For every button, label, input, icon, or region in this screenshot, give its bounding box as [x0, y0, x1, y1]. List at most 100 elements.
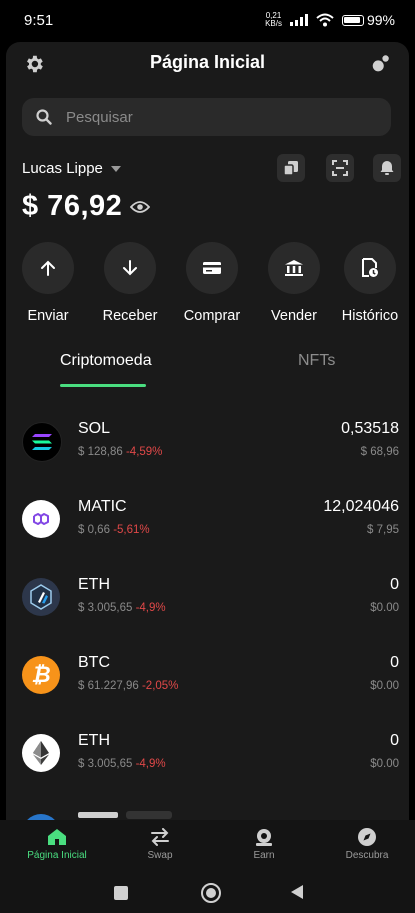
buy-circle[interactable] — [186, 242, 238, 294]
eth-logo-icon — [22, 734, 60, 772]
asset-change: -2,05% — [141, 680, 179, 692]
tab-criptomoeda[interactable]: Criptomoeda — [60, 352, 152, 370]
asset-quantity: 0,53518 — [341, 420, 399, 437]
asset-symbol: BTC — [78, 654, 110, 671]
asset-price: $ 3.005,65 — [78, 758, 133, 770]
search-input[interactable] — [64, 107, 368, 127]
history-icon — [362, 258, 378, 277]
asset-change: -4,9% — [135, 758, 166, 770]
nav-discover[interactable]: Descubra — [322, 824, 412, 861]
asset-row-eth-arbitrum[interactable]: ETH $ 3.005,65 -4,9% 0 $0.00 — [6, 568, 409, 628]
buy-label: Comprar — [183, 308, 241, 324]
asset-price: $ 3.005,65 — [78, 602, 133, 614]
status-time: 9:51 — [24, 11, 54, 29]
notifications-button[interactable] — [373, 154, 401, 182]
asset-price-line: $ 3.005,65 -4,9% — [78, 602, 166, 614]
nav-home[interactable]: Página Inicial — [12, 824, 102, 861]
nav-earn-label: Earn — [253, 850, 275, 861]
asset-price-line: $ 128,86 -4,59% — [78, 446, 162, 458]
swap-icon — [151, 828, 169, 846]
asset-quantity: 0 — [390, 576, 399, 593]
active-tab-indicator — [60, 384, 146, 387]
asset-change: -4,9% — [135, 602, 166, 614]
system-nav-bar — [0, 872, 415, 913]
asset-symbol: SOL — [78, 420, 111, 437]
asset-symbol: ETH — [78, 732, 110, 749]
account-selector[interactable]: Lucas Lippe — [22, 160, 121, 177]
history-button[interactable]: Histórico — [330, 242, 409, 324]
sol-logo-icon — [22, 422, 62, 462]
search-bar[interactable] — [22, 98, 391, 136]
send-button[interactable]: Enviar — [8, 242, 88, 324]
header: Página Inicial — [6, 42, 409, 86]
nav-swap[interactable]: Swap — [115, 824, 205, 861]
earn-icon — [256, 829, 272, 846]
home-system-icon[interactable] — [201, 883, 221, 903]
buy-button[interactable]: Comprar — [172, 242, 252, 324]
balance-display: $ 76,92 — [22, 190, 151, 223]
wallet-app: Página Inicial Lucas Lippe — [6, 42, 409, 820]
page-title: Página Inicial — [149, 52, 266, 72]
network-speed-unit: KB/s — [265, 19, 282, 28]
asset-row-btc[interactable]: ₿ BTC $ 61.227,96 -2,05% 0 $0.00 — [6, 646, 409, 706]
recent-apps-icon[interactable] — [114, 886, 128, 900]
asset-quantity: 12,024046 — [323, 498, 399, 515]
asset-value: $0.00 — [370, 680, 399, 692]
balance-amount: $ 76,92 — [22, 190, 123, 222]
history-label: Histórico — [341, 308, 399, 324]
copy-button[interactable] — [277, 154, 305, 182]
sell-circle[interactable] — [268, 242, 320, 294]
receive-circle[interactable] — [104, 242, 156, 294]
eye-icon[interactable] — [130, 200, 151, 214]
receive-button[interactable]: Receber — [90, 242, 170, 324]
network-speed: 0,21 KB/s — [265, 12, 282, 28]
asset-symbol: ETH — [78, 576, 110, 593]
nav-swap-label: Swap — [147, 850, 173, 861]
arbitrum-logo-icon — [22, 578, 60, 616]
btc-logo-icon: ₿ — [22, 656, 60, 694]
asset-price: $ 128,86 — [78, 446, 123, 458]
tab-nfts[interactable]: NFTs — [298, 352, 335, 370]
asset-value: $ 68,96 — [360, 446, 399, 458]
partial-badge — [126, 811, 172, 819]
copy-icon — [283, 161, 298, 176]
history-circle[interactable] — [344, 242, 396, 294]
card-icon — [203, 262, 221, 274]
asset-value: $ 7,95 — [367, 524, 399, 536]
send-label: Enviar — [27, 308, 69, 324]
battery-percent: 99% — [366, 12, 395, 28]
sell-button[interactable]: Vender — [254, 242, 334, 324]
asset-change: -5,61% — [113, 524, 150, 536]
asset-row-matic[interactable]: MATIC $ 0,66 -5,61% 12,024046 $ 7,95 — [6, 490, 409, 550]
asset-price-line: $ 61.227,96 -2,05% — [78, 680, 178, 692]
status-bar: 9:51 0,21 KB/s 99% — [0, 0, 415, 40]
asset-symbol: MATIC — [78, 498, 127, 515]
receive-label: Receber — [102, 308, 158, 324]
nav-earn[interactable]: Earn — [219, 824, 309, 861]
nav-discover-label: Descubra — [345, 850, 389, 861]
asset-row-sol[interactable]: SOL $ 128,86 -4,59% 0,53518 $ 68,96 — [6, 412, 409, 472]
bell-icon — [380, 161, 394, 175]
arrow-down-icon — [123, 260, 137, 276]
asset-value: $0.00 — [370, 602, 399, 614]
asset-quantity: 0 — [390, 732, 399, 749]
arrow-up-icon — [41, 260, 55, 276]
partial-symbol — [78, 812, 118, 818]
asset-price-line: $ 3.005,65 -4,9% — [78, 758, 166, 770]
wifi-icon — [316, 13, 334, 27]
asset-price-line: $ 0,66 -5,61% — [78, 524, 150, 536]
scan-icon — [332, 160, 348, 176]
asset-row-partial — [22, 808, 172, 820]
matic-logo-icon — [22, 500, 60, 538]
status-icons: 0,21 KB/s 99% — [265, 12, 395, 29]
send-circle[interactable] — [22, 242, 74, 294]
battery-indicator: 99% — [341, 12, 395, 28]
asset-quantity: 0 — [390, 654, 399, 671]
asset-price: $ 0,66 — [78, 524, 110, 536]
compass-icon — [358, 828, 376, 846]
asset-row-eth[interactable]: ETH $ 3.005,65 -4,9% 0 $0.00 — [6, 724, 409, 784]
walletconnect-icon[interactable] — [369, 52, 393, 76]
back-icon[interactable] — [290, 884, 304, 900]
sell-label: Vender — [271, 308, 317, 324]
scan-button[interactable] — [326, 154, 354, 182]
